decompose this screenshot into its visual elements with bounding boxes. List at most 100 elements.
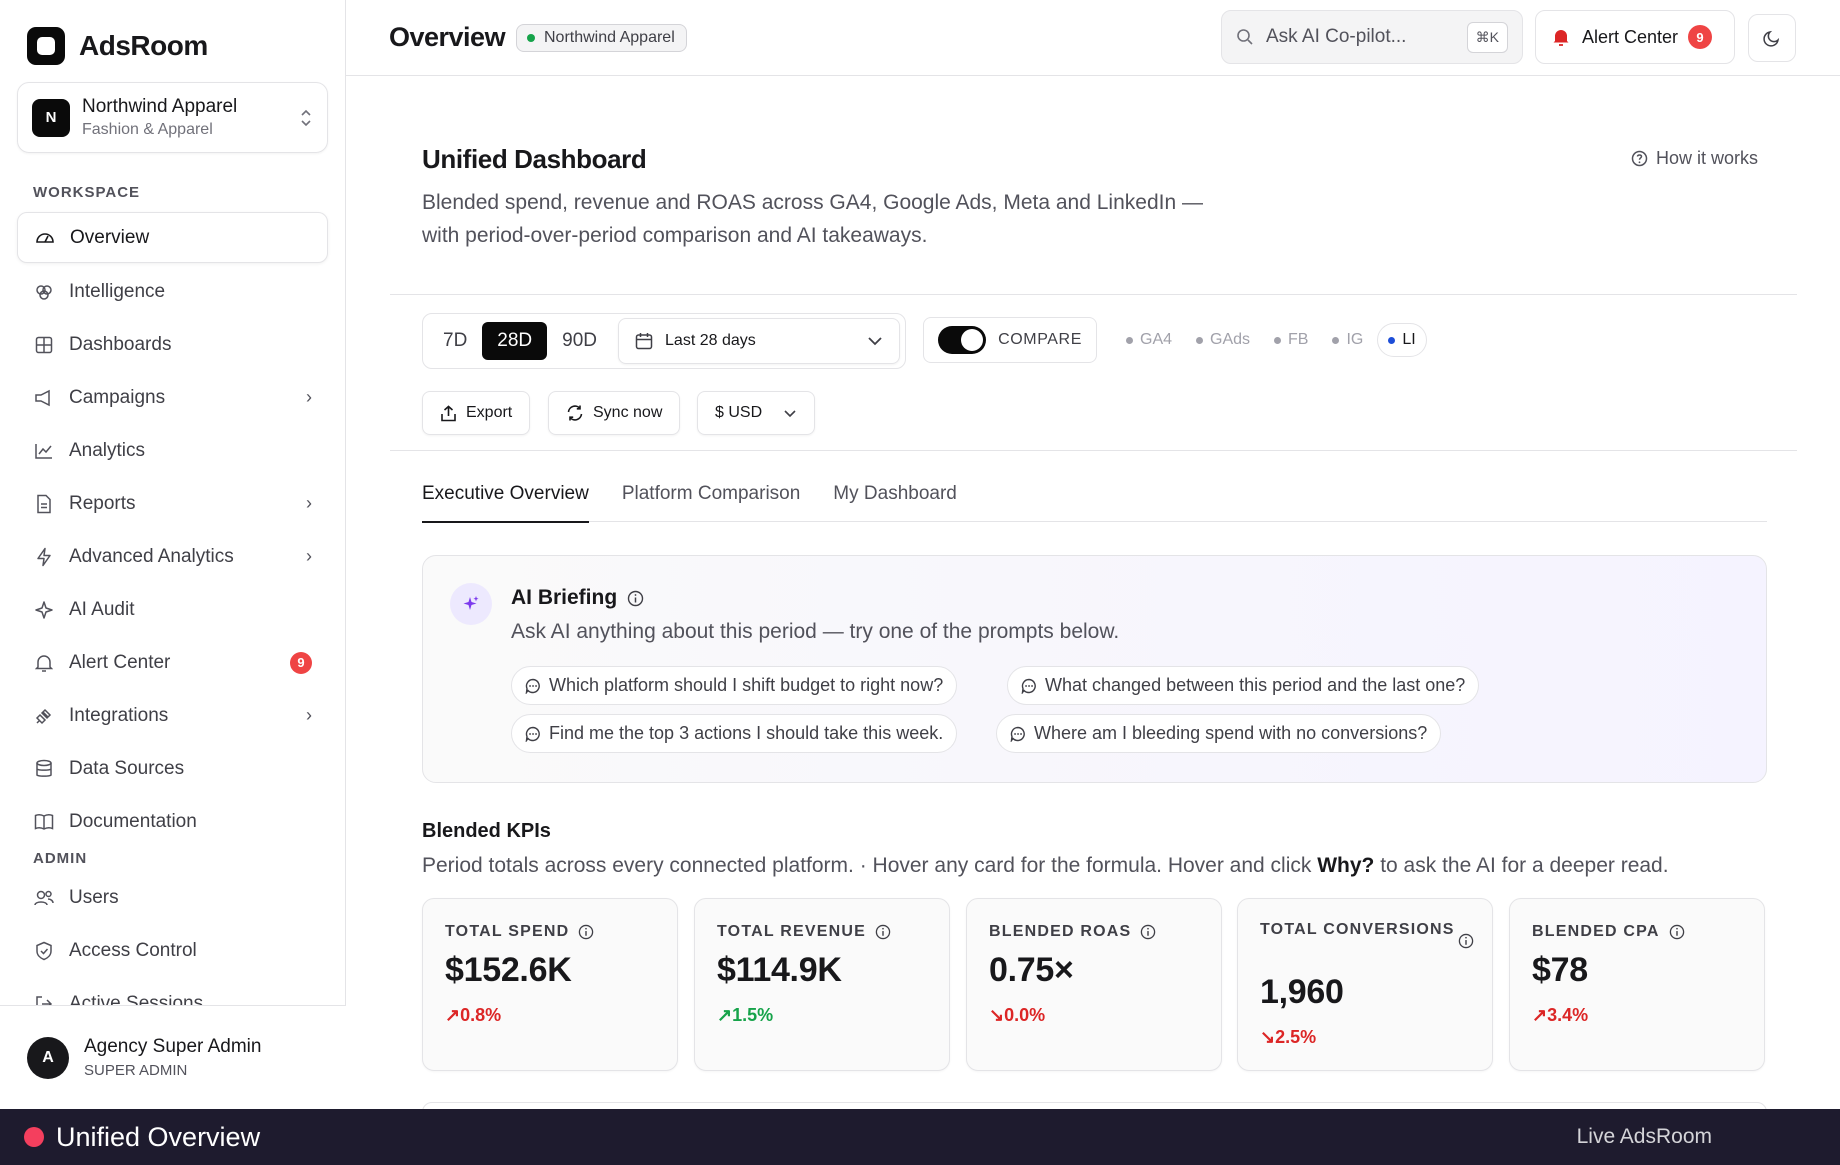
ai-prompt-chip[interactable]: Which platform should I shift budget to … [511, 666, 958, 705]
kpi-label: TOTAL CONVERSIONS [1260, 921, 1455, 938]
account-switcher[interactable]: N Northwind Apparel Fashion & Apparel [17, 82, 328, 153]
sidebar-item-alert-center[interactable]: Alert Center 9 [17, 637, 328, 688]
kpi-delta: ↗3.4% [1532, 1005, 1589, 1025]
sync-label: Sync now [593, 404, 663, 421]
sidebar-item-label: Overview [70, 226, 150, 248]
sync-now-button[interactable]: Sync now [548, 391, 681, 435]
moon-icon [1763, 29, 1781, 47]
range-7d-button[interactable]: 7D [428, 322, 482, 360]
date-range-select[interactable]: Last 28 days [618, 318, 900, 364]
sidebar-item-ai-audit[interactable]: AI Audit [17, 584, 328, 635]
platform-chip-fb[interactable]: FB [1264, 323, 1318, 357]
info-icon[interactable] [875, 924, 891, 940]
chevron-right-icon: › [306, 705, 312, 725]
ai-copilot-search[interactable]: Ask AI Co-pilot... ⌘K [1221, 10, 1523, 64]
platform-chip-ig[interactable]: IG [1322, 323, 1373, 357]
kpi-card-total-spend[interactable]: TOTAL SPEND $152.6K ↗0.8% [422, 898, 678, 1071]
sparkles-icon [33, 599, 55, 621]
compare-toggle[interactable]: COMPARE [923, 317, 1097, 363]
main-content: Unified Dashboard Blended spend, revenue… [346, 76, 1840, 1109]
page-title: Overview [389, 22, 506, 52]
theme-toggle-button[interactable] [1748, 14, 1796, 62]
sidebar-item-analytics[interactable]: Analytics [17, 425, 328, 476]
sidebar-item-campaigns[interactable]: Campaigns › [17, 372, 328, 423]
megaphone-icon [33, 387, 55, 409]
kpi-label: TOTAL REVENUE [717, 923, 891, 941]
account-name: Northwind Apparel [82, 96, 238, 117]
kpi-card-total-revenue[interactable]: TOTAL REVENUE $114.9K ↗1.5% [694, 898, 950, 1071]
brain-icon [33, 281, 55, 303]
calendar-icon [635, 332, 653, 350]
brand[interactable]: AdsRoom [27, 27, 208, 65]
sidebar-item-dashboards[interactable]: Dashboards [17, 319, 328, 370]
sidebar-item-overview[interactable]: Overview [17, 212, 328, 263]
currency-select[interactable]: $ USD [697, 391, 815, 435]
kpi-value: $78 [1532, 951, 1588, 989]
search-icon [1236, 28, 1254, 46]
ai-prompt-chip[interactable]: Where am I bleeding spend with no conver… [996, 714, 1442, 753]
user-profile[interactable]: A Agency Super Admin SUPER ADMIN [0, 1005, 346, 1109]
alert-count-badge: 9 [290, 651, 312, 674]
sidebar-item-label: Campaigns [69, 386, 166, 408]
alert-center-button[interactable]: Alert Center 9 [1535, 10, 1735, 64]
user-role: SUPER ADMIN [84, 1062, 188, 1079]
range-28d-button[interactable]: 28D [482, 322, 548, 360]
currency-value: $ USD [715, 404, 763, 421]
date-range-value: Last 28 days [665, 332, 756, 349]
admin-section-label: ADMIN [33, 850, 88, 867]
sidebar-item-label: Documentation [69, 810, 197, 832]
sidebar-item-label: Data Sources [69, 757, 185, 779]
kpi-section-subtitle: Period totals across every connected pla… [422, 854, 1669, 877]
gauge-icon [34, 227, 56, 249]
chevron-down-icon [783, 409, 797, 418]
tab-my-dashboard[interactable]: My Dashboard [833, 465, 957, 522]
how-it-works-link[interactable]: How it works [1631, 148, 1758, 169]
platform-chip-ga4[interactable]: GA4 [1116, 323, 1182, 357]
message-icon [525, 678, 541, 694]
sidebar-item-label: Intelligence [69, 280, 166, 302]
tab-executive-overview[interactable]: Executive Overview [422, 465, 589, 523]
status-dot-icon [527, 34, 535, 42]
file-icon [33, 493, 55, 515]
toggle-switch[interactable] [938, 326, 987, 354]
dashboard-description: Blended spend, revenue and ROAS across G… [422, 191, 1203, 247]
message-icon [525, 726, 541, 742]
export-button[interactable]: Export [422, 391, 531, 435]
account-category: Fashion & Apparel [82, 121, 213, 138]
date-range-group: 7D 28D 90D Last 28 days [422, 313, 906, 369]
kpi-card-blended-cpa[interactable]: BLENDED CPA $78 ↗3.4% [1509, 898, 1765, 1071]
chevron-down-icon [867, 336, 883, 346]
info-icon[interactable] [1458, 933, 1474, 949]
platform-chip-li[interactable]: LI [1377, 323, 1427, 357]
sidebar-item-label: Reports [69, 492, 136, 514]
sidebar-item-advanced-analytics[interactable]: Advanced Analytics › [17, 531, 328, 582]
sidebar-item-access-control[interactable]: Access Control [17, 925, 328, 976]
sidebar-item-data-sources[interactable]: Data Sources [17, 743, 328, 794]
ai-briefing-title: AI Briefing [511, 586, 644, 610]
sidebar-item-users[interactable]: Users [17, 872, 328, 923]
kpi-delta: ↘2.5% [1260, 1027, 1317, 1047]
ai-prompt-chip[interactable]: What changed between this period and the… [1007, 666, 1480, 705]
sparkles-icon [450, 583, 492, 625]
range-90d-button[interactable]: 90D [547, 322, 612, 360]
sidebar-item-integrations[interactable]: Integrations › [17, 690, 328, 741]
ai-prompt-chip[interactable]: Find me the top 3 actions I should take … [511, 714, 958, 753]
sidebar-item-reports[interactable]: Reports › [17, 478, 328, 529]
search-shortcut: ⌘K [1466, 21, 1508, 53]
kpi-card-blended-roas[interactable]: BLENDED ROAS 0.75× ↘0.0% [966, 898, 1222, 1071]
platform-filters: GA4 GAds FB IG LI [1116, 323, 1431, 357]
info-icon[interactable] [578, 924, 594, 940]
sidebar-item-label: Access Control [69, 939, 197, 961]
info-icon[interactable] [1669, 924, 1685, 940]
kpi-delta: ↘0.0% [989, 1005, 1046, 1025]
platform-chip-gads[interactable]: GAds [1186, 323, 1260, 357]
info-icon[interactable] [1140, 924, 1156, 940]
info-icon[interactable] [627, 590, 644, 607]
sidebar-item-intelligence[interactable]: Intelligence [17, 266, 328, 317]
kpi-card-total-conversions[interactable]: TOTAL CONVERSIONS 1,960 ↘2.5% [1237, 898, 1493, 1071]
refresh-icon [566, 404, 584, 422]
how-it-works-label: How it works [1656, 148, 1759, 168]
tab-platform-comparison[interactable]: Platform Comparison [622, 465, 800, 522]
sidebar-item-documentation[interactable]: Documentation [17, 796, 328, 847]
book-icon [33, 811, 55, 833]
